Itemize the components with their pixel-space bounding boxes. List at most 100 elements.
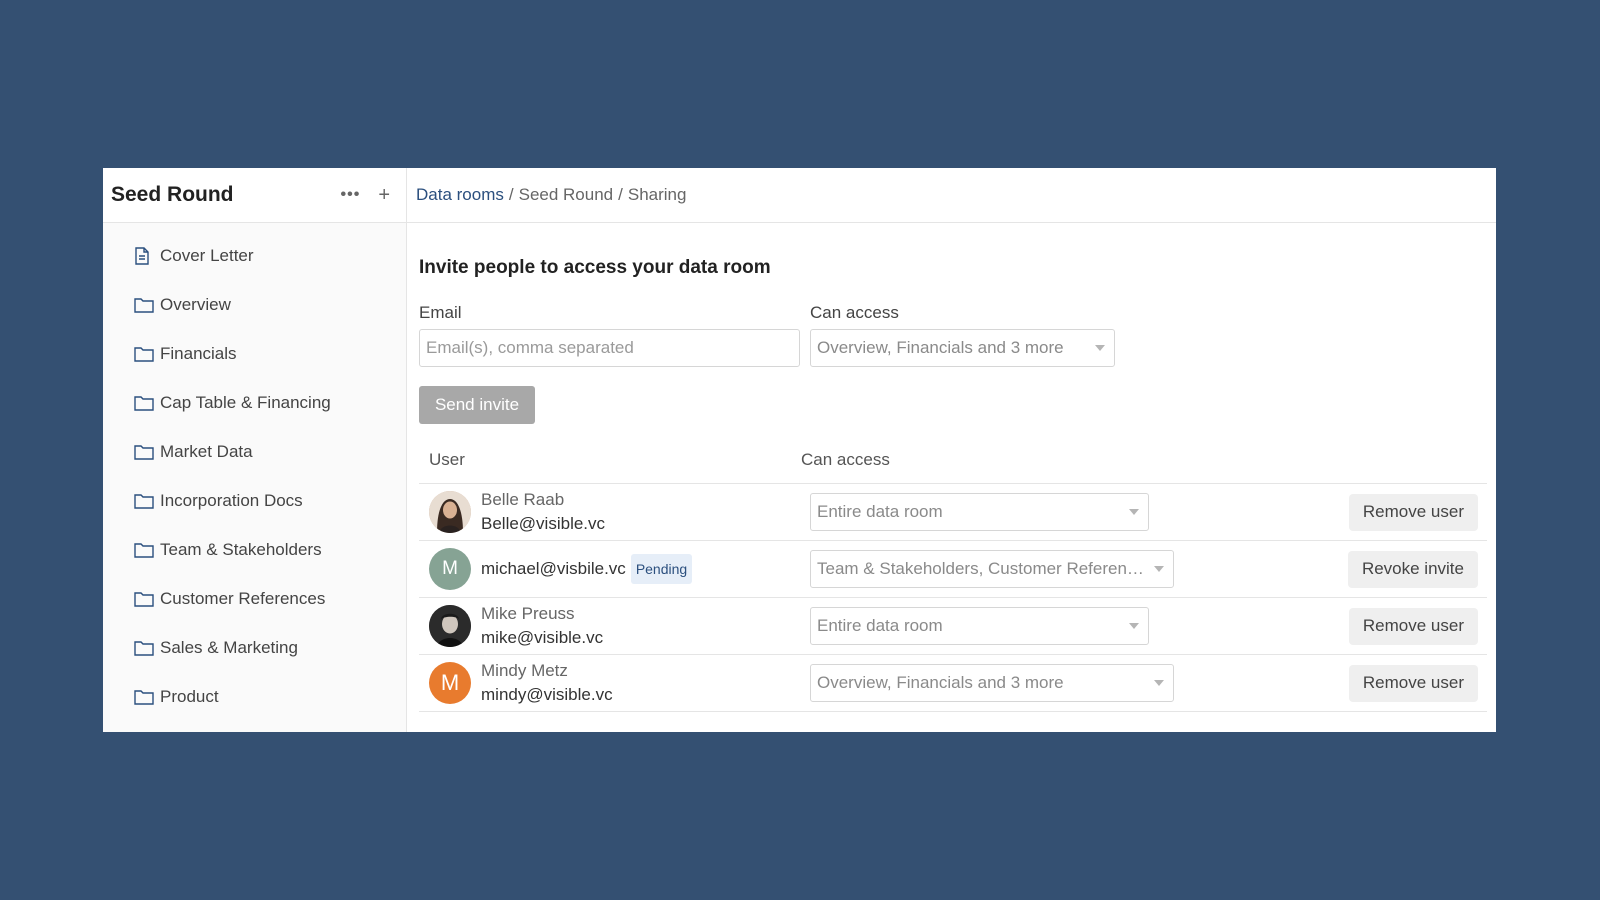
chevron-down-icon <box>1129 509 1139 515</box>
breadcrumb-separator: / <box>618 185 623 204</box>
more-icon[interactable]: ••• <box>341 187 361 203</box>
sidebar-list: Cover Letter Overview Financials Cap Tab… <box>103 223 406 721</box>
main-panel: Data rooms / Seed Round / Sharing Invite… <box>407 168 1496 732</box>
sidebar-item-label: Cap Table & Financing <box>160 392 331 412</box>
avatar: M <box>429 548 471 590</box>
email-input[interactable] <box>419 329 800 367</box>
invite-access-select[interactable]: Overview, Financials and 3 more <box>810 329 1115 367</box>
user-access-value: Entire data room <box>817 502 943 521</box>
remove-user-button[interactable]: Remove user <box>1348 607 1478 645</box>
breadcrumb-separator: / <box>508 185 514 204</box>
user-cell: M Mindy Metz mindy@visible.vc <box>419 659 801 707</box>
user-text: Belle Raab Belle@visible.vc <box>481 488 605 536</box>
email-column: Email <box>419 303 810 367</box>
data-room-window: Seed Round ••• + Cover Letter Overview F… <box>103 168 1496 732</box>
user-email: mike@visible.vc <box>481 628 604 647</box>
user-access-select[interactable]: Entire data room <box>810 493 1149 531</box>
header-user: User <box>429 450 465 469</box>
folder-icon <box>134 687 156 707</box>
sidebar-item-label: Sales & Marketing <box>160 637 298 657</box>
sidebar-item-label: Financials <box>160 343 237 363</box>
folder-icon <box>134 540 156 560</box>
table-header: User Can access <box>419 450 1487 484</box>
sidebar-item-label: Market Data <box>160 441 253 461</box>
folder-icon <box>134 393 156 413</box>
sharing-content: Invite people to access your data room E… <box>407 257 1496 712</box>
email-line: michael@visbile.vc Pending <box>481 554 693 584</box>
sidebar-item-incorporation-docs[interactable]: Incorporation Docs <box>103 476 406 525</box>
pending-badge: Pending <box>630 554 693 584</box>
chevron-down-icon <box>1154 566 1164 572</box>
sidebar-title: Seed Round <box>111 183 234 206</box>
chevron-down-icon <box>1129 623 1139 629</box>
user-cell: Belle Raab Belle@visible.vc <box>419 488 801 536</box>
avatar: M <box>429 662 471 704</box>
sidebar-item-label: Cover Letter <box>160 245 254 265</box>
header-can-access: Can access <box>801 450 890 469</box>
table-row: Belle Raab Belle@visible.vc Entire data … <box>419 484 1487 541</box>
user-name: Belle Raab <box>481 490 565 509</box>
folder-icon <box>134 638 156 658</box>
table-row: Mike Preuss mike@visible.vc Entire data … <box>419 598 1487 655</box>
breadcrumb-current: Sharing <box>627 185 687 204</box>
sidebar-item-label: Customer References <box>160 588 326 608</box>
user-access-select[interactable]: Team & Stakeholders, Customer Referenc..… <box>810 550 1174 588</box>
user-access-value: Entire data room <box>817 616 943 635</box>
sidebar-header: Seed Round ••• + <box>103 168 406 223</box>
access-label: Can access <box>810 303 899 322</box>
folder-icon <box>134 295 156 315</box>
folder-icon <box>134 589 156 609</box>
user-text: Mindy Metz mindy@visible.vc <box>481 659 613 707</box>
remove-user-button[interactable]: Remove user <box>1348 493 1478 531</box>
breadcrumb-link-data-rooms[interactable]: Data rooms <box>416 185 504 205</box>
sidebar-item-team-stakeholders[interactable]: Team & Stakeholders <box>103 525 406 574</box>
sidebar-item-label: Overview <box>160 294 231 314</box>
table-row: M Mindy Metz mindy@visible.vc Overview, … <box>419 655 1487 712</box>
table-row: M michael@visbile.vc Pending Team & Stak… <box>419 541 1487 598</box>
chevron-down-icon <box>1095 345 1105 351</box>
email-label: Email <box>419 303 462 322</box>
user-email: Belle@visible.vc <box>481 514 606 533</box>
sidebar-item-financials[interactable]: Financials <box>103 329 406 378</box>
invite-form: Email Can access Overview, Financials an… <box>419 303 1487 367</box>
sidebar-item-market-data[interactable]: Market Data <box>103 427 406 476</box>
user-text: Mike Preuss mike@visible.vc <box>481 602 603 650</box>
avatar-letter: M <box>442 558 458 579</box>
plus-icon[interactable]: + <box>378 185 390 205</box>
breadcrumb: Data rooms / Seed Round / Sharing <box>407 168 1496 223</box>
sidebar: Seed Round ••• + Cover Letter Overview F… <box>103 168 407 732</box>
invite-title: Invite people to access your data room <box>419 257 771 278</box>
sidebar-item-cap-table[interactable]: Cap Table & Financing <box>103 378 406 427</box>
document-icon <box>134 246 156 266</box>
sidebar-item-product[interactable]: Product <box>103 672 406 721</box>
remove-user-button[interactable]: Remove user <box>1348 664 1478 702</box>
sidebar-item-overview[interactable]: Overview <box>103 280 406 329</box>
access-column: Can access Overview, Financials and 3 mo… <box>810 303 1115 367</box>
sidebar-item-cover-letter[interactable]: Cover Letter <box>103 231 406 280</box>
folder-icon <box>134 442 156 462</box>
user-access-value: Team & Stakeholders, Customer Referenc..… <box>817 559 1148 578</box>
folder-icon <box>134 344 156 364</box>
user-cell: M michael@visbile.vc Pending <box>419 548 801 590</box>
folder-icon <box>134 491 156 511</box>
sidebar-actions: ••• + <box>341 185 391 205</box>
sidebar-item-sales-marketing[interactable]: Sales & Marketing <box>103 623 406 672</box>
revoke-invite-button[interactable]: Revoke invite <box>1347 550 1478 588</box>
sidebar-item-label: Incorporation Docs <box>160 490 303 510</box>
user-email: michael@visbile.vc <box>481 559 626 578</box>
sidebar-item-customer-references[interactable]: Customer References <box>103 574 406 623</box>
sidebar-item-label: Product <box>160 686 219 706</box>
avatar-letter: M <box>440 670 460 695</box>
send-invite-button[interactable]: Send invite <box>419 386 535 424</box>
invite-access-value: Overview, Financials and 3 more <box>817 338 1064 357</box>
user-access-value: Overview, Financials and 3 more <box>817 673 1064 692</box>
avatar <box>429 605 471 647</box>
user-email: mindy@visible.vc <box>481 685 613 704</box>
chevron-down-icon <box>1154 680 1164 686</box>
user-cell: Mike Preuss mike@visible.vc <box>419 602 801 650</box>
user-access-select[interactable]: Entire data room <box>810 607 1149 645</box>
users-table: User Can access Belle Raab Belle@visible… <box>419 450 1487 712</box>
user-access-select[interactable]: Overview, Financials and 3 more <box>810 664 1174 702</box>
user-name: Mike Preuss <box>481 604 575 623</box>
breadcrumb-seed-round: Seed Round <box>518 185 614 204</box>
